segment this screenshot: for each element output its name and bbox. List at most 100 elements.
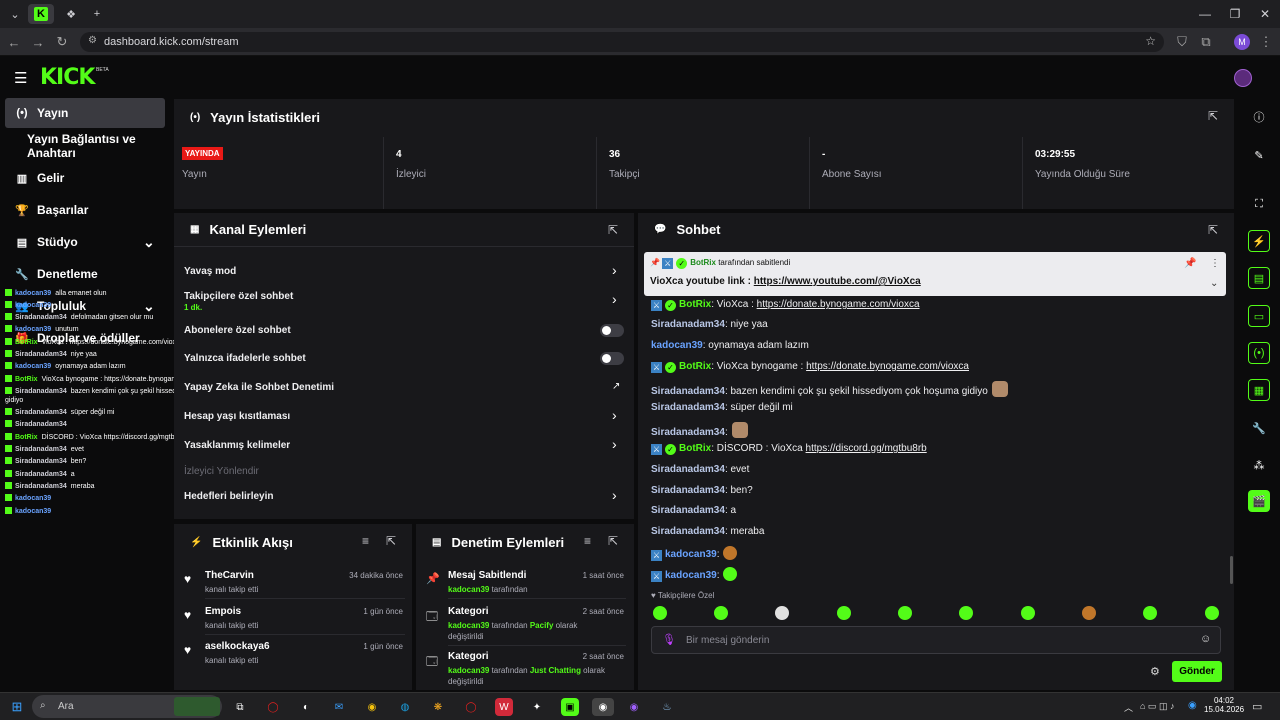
tab-kick[interactable]: K: [28, 4, 54, 24]
url-field[interactable]: ⚙ dashboard.kick.com/stream ☆: [80, 32, 1164, 52]
windows-start-icon[interactable]: ⊞: [8, 698, 26, 716]
steam-icon[interactable]: ♨: [658, 698, 676, 716]
chrome-icon[interactable]: ◉: [363, 698, 381, 716]
emote-icon[interactable]: [714, 606, 728, 620]
maximize-icon[interactable]: ❐: [1220, 5, 1250, 23]
emote-icon[interactable]: [1021, 606, 1035, 620]
app-icon[interactable]: ✦: [528, 698, 546, 716]
wrench-icon[interactable]: 🔧: [1248, 417, 1270, 439]
copilot-icon[interactable]: ❋: [429, 698, 447, 716]
chat-link[interactable]: https://donate.bynogame.com/vioxca: [757, 299, 920, 310]
chat-username[interactable]: kadocan39: [665, 549, 717, 560]
new-tab-icon[interactable]: +: [86, 4, 108, 24]
mail-icon[interactable]: ✉: [330, 698, 348, 716]
menu-dots-icon[interactable]: ⋮: [1258, 34, 1274, 50]
site-info-icon[interactable]: ⚙: [88, 35, 97, 46]
filter-icon[interactable]: ≡: [362, 534, 369, 548]
chevron-right-icon[interactable]: ›: [612, 407, 617, 423]
popout-icon[interactable]: ⇱: [1208, 223, 1218, 237]
chat-username[interactable]: Siradanadam34: [651, 402, 725, 413]
chat-icon[interactable]: ▭: [1248, 305, 1270, 327]
chat-username[interactable]: Siradanadam34: [651, 526, 725, 537]
people-icon[interactable]: ⁂: [1248, 454, 1270, 476]
sidebar-item-studyo[interactable]: ▤ Stüdyo ⌄: [5, 227, 165, 257]
emote-icon[interactable]: [653, 606, 667, 620]
opera-icon[interactable]: ◯: [462, 698, 480, 716]
action-banned-words[interactable]: Yasaklanmış kelimeler: [184, 440, 290, 451]
chat-input[interactable]: 🎙 Bir mesaj gönderin ☺: [651, 626, 1221, 654]
chat-username[interactable]: Siradanadam34: [651, 485, 725, 496]
emote-only-toggle[interactable]: [600, 352, 624, 365]
tab-list-icon[interactable]: ⌄: [4, 4, 26, 24]
pinned-link[interactable]: https://www.youtube.com/@VioXca: [754, 276, 921, 287]
opera-gx-icon[interactable]: ◯: [264, 698, 282, 716]
chat-scrollbar[interactable]: [1230, 556, 1233, 584]
microphone-icon[interactable]: 🎙: [662, 633, 676, 646]
expand-icon[interactable]: ⛶: [1248, 193, 1270, 215]
mod-user[interactable]: kadocan39: [448, 621, 489, 630]
action-account-age[interactable]: Hesap yaşı kısıtlaması: [184, 411, 290, 422]
chat-username[interactable]: BotRix: [679, 299, 711, 310]
chat-username[interactable]: Siradanadam34: [651, 505, 725, 516]
shield-icon[interactable]: ⛉: [1174, 34, 1190, 50]
action-set-goals[interactable]: Hedefleri belirleyin: [184, 491, 273, 502]
mod-user[interactable]: kadocan39: [448, 585, 489, 594]
external-link-icon[interactable]: ↗: [612, 381, 620, 392]
chat-username[interactable]: BotRix: [679, 361, 711, 372]
taskbar-search[interactable]: ⌕ Ara: [32, 695, 222, 718]
sidebar-item-yayin[interactable]: (•) Yayın: [5, 98, 165, 128]
chat-username[interactable]: Siradanadam34: [651, 386, 725, 397]
kick-studio-icon[interactable]: ▣: [561, 698, 579, 716]
clock[interactable]: 04:02 15.04.2026: [1204, 696, 1244, 714]
clapper-icon[interactable]: 🎬: [1248, 490, 1270, 512]
chevron-right-icon[interactable]: ›: [612, 291, 617, 307]
settings-gear-icon[interactable]: ⚙: [1150, 665, 1160, 678]
chat-username[interactable]: BotRix: [679, 443, 711, 454]
task-view-icon[interactable]: ⧉: [231, 698, 249, 716]
bolt-icon[interactable]: ⚡: [1248, 230, 1270, 252]
chevron-right-icon[interactable]: ›: [612, 487, 617, 503]
minimize-icon[interactable]: —: [1190, 5, 1220, 23]
popout-icon[interactable]: ⇱: [386, 534, 396, 548]
popout-icon[interactable]: ⇱: [608, 223, 618, 237]
chat-link[interactable]: https://discord.gg/mgtbu8rb: [806, 443, 927, 454]
chat-username[interactable]: Siradanadam34: [651, 319, 725, 330]
app-icon[interactable]: ◉: [625, 698, 643, 716]
back-icon[interactable]: ←: [6, 34, 22, 50]
more-options-icon[interactable]: ⋮: [1210, 258, 1220, 269]
activity-user[interactable]: aselkockaya6: [205, 641, 270, 652]
emote-icon[interactable]: [775, 606, 789, 620]
emote-icon[interactable]: [1143, 606, 1157, 620]
filter-icon[interactable]: ≡: [584, 534, 591, 548]
profile-avatar[interactable]: M: [1234, 34, 1250, 50]
notes-icon[interactable]: ▤: [1248, 267, 1270, 289]
popout-icon[interactable]: ⇱: [1208, 109, 1218, 123]
emote-icon[interactable]: [1082, 606, 1096, 620]
chat-username[interactable]: kadocan39: [651, 340, 703, 351]
bookmark-star-icon[interactable]: ☆: [1145, 34, 1156, 48]
chat-username[interactable]: Siradanadam34: [651, 464, 725, 475]
pencil-icon[interactable]: ✎: [1248, 144, 1270, 166]
chevron-down-icon[interactable]: ⌄: [1210, 278, 1218, 289]
emoji-icon[interactable]: ☺: [1200, 633, 1211, 645]
chevron-right-icon[interactable]: ›: [612, 262, 617, 278]
emote-icon[interactable]: [1205, 606, 1219, 620]
forward-icon[interactable]: →: [30, 34, 46, 50]
action-slow-mode[interactable]: Yavaş mod: [184, 266, 236, 277]
notifications-icon[interactable]: ▭: [1252, 700, 1262, 713]
sidebar-item-basarilar[interactable]: 🏆 Başarılar: [5, 195, 165, 225]
chat-username[interactable]: kadocan39: [665, 570, 717, 581]
reload-icon[interactable]: ↻: [54, 34, 70, 50]
unpin-icon[interactable]: 📌: [1184, 258, 1196, 269]
edge-icon[interactable]: ◍: [396, 698, 414, 716]
tray-app-icon[interactable]: ◉: [1188, 700, 1197, 711]
user-avatar[interactable]: [1234, 69, 1252, 87]
activity-user[interactable]: Empois: [205, 606, 241, 617]
emote-icon[interactable]: [959, 606, 973, 620]
emote-icon[interactable]: [898, 606, 912, 620]
action-followers-only[interactable]: Takipçilere özel sohbet: [184, 291, 293, 302]
channel-icon[interactable]: ▦: [1248, 379, 1270, 401]
chat-link[interactable]: https://donate.bynogame.com/vioxca: [806, 361, 969, 372]
mod-user[interactable]: kadocan39: [448, 666, 489, 675]
chat-username[interactable]: Siradanadam34: [651, 427, 725, 438]
